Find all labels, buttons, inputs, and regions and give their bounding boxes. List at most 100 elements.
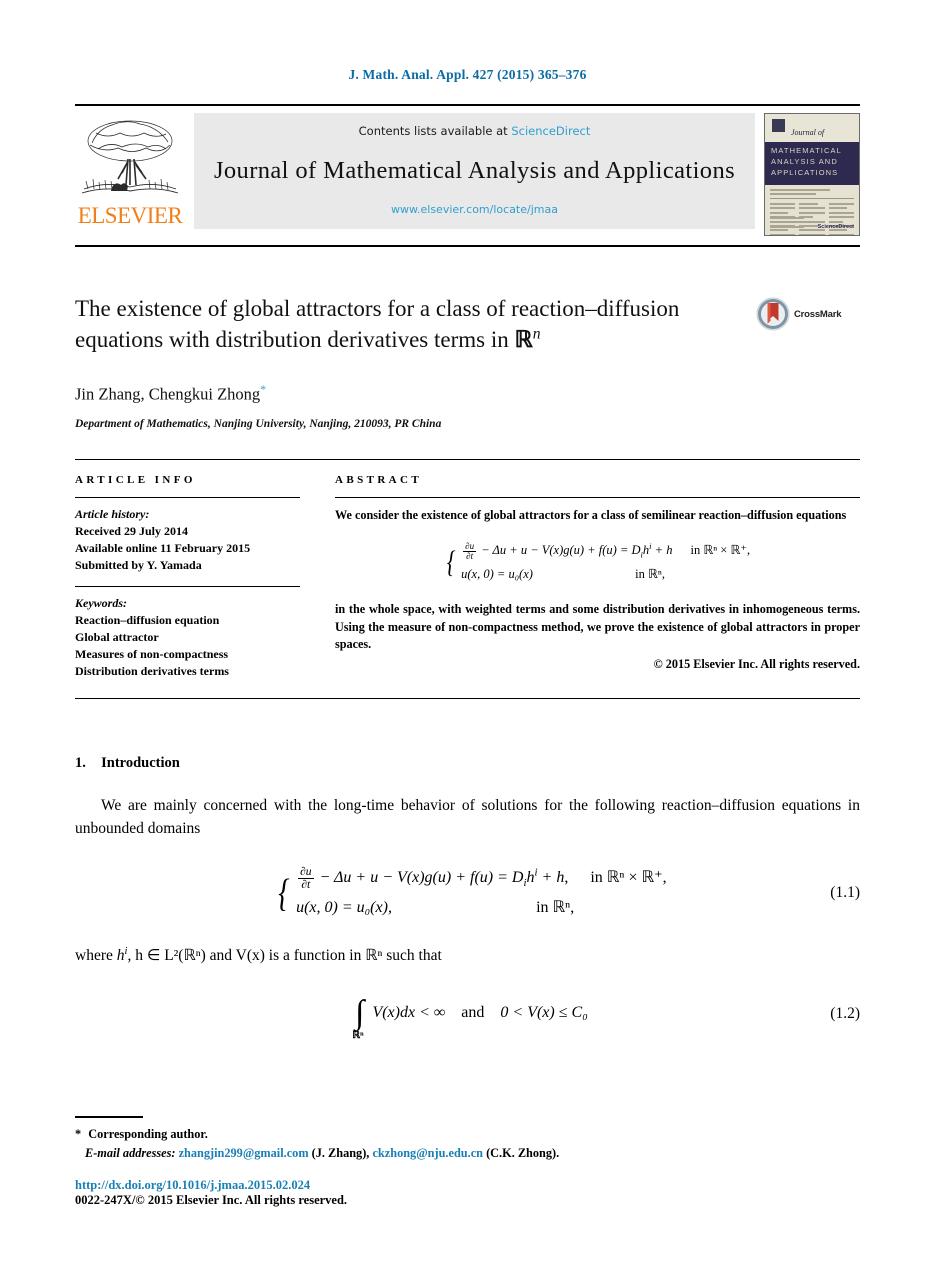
article-title-blackboard-R: ℝ <box>514 326 533 352</box>
keywords-heading: Keywords: <box>75 595 127 610</box>
journal-cover-thumbnail[interactable]: Journal of MATHEMATICAL ANALYSIS AND APP… <box>764 113 860 236</box>
equation-rows: ∂u ∂t − Δu + u − V(x)g(u) + f(u) = Dihi … <box>296 863 667 924</box>
journal-url-link[interactable]: www.elsevier.com/locate/jmaa <box>391 203 558 216</box>
article-history-item: Submitted by Y. Yamada <box>75 557 202 572</box>
equation-1-2-conjunction: and <box>461 1004 485 1022</box>
email-link-1[interactable]: zhangjin299@gmail.com <box>179 1146 309 1160</box>
cover-title-band: MATHEMATICAL ANALYSIS AND APPLICATIONS <box>765 142 859 185</box>
equation-1-1: { ∂u ∂t − Δu + u − V(x)g(u) + f(u) = Dih… <box>216 863 667 924</box>
affiliation: Department of Mathematics, Nanjing Unive… <box>75 417 442 430</box>
title-block: The existence of global attractors for a… <box>75 294 860 430</box>
article-history-item: Available online 11 February 2015 <box>75 540 251 555</box>
keyword-item: Reaction–diffusion equation <box>75 612 220 627</box>
equation-1-2-row: ∫ ℝⁿ V(x)dx < ∞ and 0 < V(x) ≤ C₀ (1.2) <box>75 996 860 1041</box>
paragraph-2-rest: , h ∈ L²(ℝⁿ) and V(x) is a function in ℝ… <box>127 946 442 964</box>
journal-masthead: ELSEVIER Contents lists available at Sci… <box>75 104 860 247</box>
corresponding-author-star: * <box>75 1127 82 1142</box>
paragraph-2-pre: where <box>75 946 117 964</box>
abstract-equation-cases: { ∂u ∂t − Δu + u − V(x)g(u) + f(u) = Dih… <box>445 539 750 587</box>
divider <box>75 496 300 498</box>
email-addresses-label: E-mail addresses: <box>85 1145 176 1160</box>
paragraph-2-h: h <box>116 946 125 964</box>
cover-text-line <box>828 207 847 210</box>
cover-text-line <box>799 207 825 210</box>
keyword-item: Measures of non-compactness <box>75 646 229 661</box>
crossmark-badge[interactable]: CrossMark <box>756 294 860 331</box>
equation-1-2-content: ∫ ℝⁿ V(x)dx < ∞ and 0 < V(x) ≤ C₀ <box>352 996 588 1041</box>
footnote-separator <box>75 1116 143 1119</box>
integral-symbol-wrapper: ∫ ℝⁿ <box>352 994 365 1041</box>
equation-1-1-number: (1.1) <box>830 884 860 902</box>
equation-row-2: u(x, 0) = u₀(x), in ℝⁿ, <box>296 893 667 923</box>
abstract-paragraph-1: We consider the existence of global attr… <box>335 507 847 522</box>
equation-row-2-domain: in ℝⁿ, <box>635 567 665 582</box>
introduction-paragraph-1: We are mainly concerned with the long-ti… <box>75 796 860 838</box>
cover-divider <box>770 198 854 200</box>
cover-text-line <box>770 203 796 206</box>
cover-sciencedirect-mark: ScienceDirect <box>817 224 854 230</box>
abstract-column: ABSTRACT We consider the existence of gl… <box>335 474 860 680</box>
doi-block: http://dx.doi.org/10.1016/j.jmaa.2015.02… <box>75 1178 860 1208</box>
equation-row-2: u(x, 0) = u₀(x) in ℝⁿ, <box>461 563 750 587</box>
email-link-2[interactable]: ckzhong@nju.edu.cn <box>372 1146 483 1160</box>
article-title-line-2-text: equations with distribution derivatives … <box>75 326 515 352</box>
cover-text-line <box>799 233 825 235</box>
section-heading: 1. Introduction <box>75 755 860 772</box>
cover-text-line <box>828 211 854 214</box>
section-title: Introduction <box>101 754 180 771</box>
left-brace: { <box>278 871 290 915</box>
equation-rows: ∂u ∂t − Δu + u − V(x)g(u) + f(u) = Dihi … <box>461 539 750 587</box>
cover-text-line <box>799 203 818 206</box>
equation-row-1-tail: + h <box>541 868 565 886</box>
contents-available-line: Contents lists available at ScienceDirec… <box>359 124 591 138</box>
article-info-heading: ARTICLE INFO <box>75 473 196 486</box>
contents-prefix: Contents lists available at <box>358 124 508 138</box>
cover-text-line <box>770 211 789 214</box>
equation-row-1-body: − Δu + u − V(x)g(u) + f(u) = D <box>481 543 641 558</box>
email-owner-2: (C.K. Zhong). <box>486 1145 560 1160</box>
equation-1-2-number: (1.2) <box>830 1004 860 1022</box>
crossmark-label: CrossMark <box>794 308 842 320</box>
section-number: 1. <box>75 754 86 771</box>
equation-superscript: i <box>649 541 652 552</box>
partial-derivative-fraction: ∂u ∂t <box>298 865 314 891</box>
equation-1-1-row: { ∂u ∂t − Δu + u − V(x)g(u) + f(u) = Dih… <box>75 863 860 924</box>
journal-title-band: Contents lists available at ScienceDirec… <box>194 113 755 229</box>
equation-row-2-domain: in ℝⁿ, <box>536 899 575 917</box>
sciencedirect-link[interactable]: ScienceDirect <box>511 124 590 138</box>
equation-row-1-tail: + h <box>654 543 673 558</box>
elsevier-logo: ELSEVIER <box>75 113 185 227</box>
email-addresses-note: E-mail addresses: zhangjin299@gmail.com … <box>75 1144 860 1162</box>
page-title: The existence of global attractors for a… <box>75 294 738 355</box>
left-brace: { <box>446 545 456 580</box>
cover-text-line <box>770 221 804 224</box>
integral-lower-limit: ℝⁿ <box>352 1030 364 1042</box>
corresponding-author-marker[interactable]: * <box>260 382 266 396</box>
cover-text-line <box>770 225 804 228</box>
running-head: J. Math. Anal. Appl. 427 (2015) 365–376 <box>348 67 587 82</box>
keyword-item: Global attractor <box>75 629 159 644</box>
cover-text-line <box>770 207 796 210</box>
article-page: J. Math. Anal. Appl. 427 (2015) 365–376 <box>0 0 935 1266</box>
integral-icon: ∫ <box>355 994 365 1032</box>
introduction-section: 1. Introduction We are mainly concerned … <box>75 755 860 1041</box>
equation-row-1-lhs: ∂u ∂t − Δu + u − V(x)g(u) + f(u) = Dihi … <box>298 865 569 891</box>
cover-text-line <box>828 233 854 235</box>
equation-row-1-domain: in ℝⁿ × ℝ⁺, <box>690 543 751 558</box>
cover-band-line-1: MATHEMATICAL <box>771 146 842 155</box>
article-info-column: ARTICLE INFO Article history: Received 2… <box>75 474 300 680</box>
doi-link[interactable]: http://dx.doi.org/10.1016/j.jmaa.2015.02… <box>75 1178 860 1193</box>
equation-row-2-lhs: u(x, 0) = u₀(x), <box>296 899 392 917</box>
equation-1-2-integrand: V(x)dx < ∞ <box>372 1004 446 1022</box>
issn-copyright-line: 0022-247X/© 2015 Elsevier Inc. All right… <box>75 1193 348 1207</box>
cover-band-line-2: ANALYSIS AND <box>771 156 838 166</box>
cover-text-line <box>770 188 831 191</box>
introduction-paragraph-2: where hi, h ∈ L²(ℝⁿ) and V(x) is a funct… <box>75 944 860 968</box>
abstract-copyright: © 2015 Elsevier Inc. All rights reserved… <box>653 656 860 671</box>
abstract-heading: ABSTRACT <box>335 473 423 486</box>
author-names: Jin Zhang, Chengkui Zhong <box>75 384 261 404</box>
equation-row-1-lhs: ∂u ∂t − Δu + u − V(x)g(u) + f(u) = Dihi … <box>461 539 672 563</box>
divider <box>75 697 860 699</box>
corresponding-author-text: Corresponding author. <box>88 1127 208 1142</box>
article-history-heading: Article history: <box>75 506 150 521</box>
